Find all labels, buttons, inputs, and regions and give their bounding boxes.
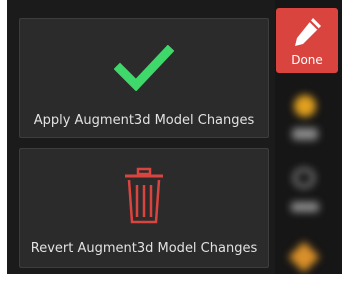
orange-tool-icon[interactable] xyxy=(288,241,320,273)
pencil-icon xyxy=(293,16,323,52)
gray-tool-icon-2[interactable] xyxy=(293,168,315,188)
background-edge-bottom xyxy=(0,274,342,281)
yellow-tool-icon[interactable] xyxy=(294,95,316,117)
revert-changes-button[interactable]: Revert Augment3d Model Changes xyxy=(19,148,269,268)
trash-icon xyxy=(20,167,268,225)
revert-changes-label: Revert Augment3d Model Changes xyxy=(30,241,258,256)
changes-panel: Apply Augment3d Model Changes Revert Aug… xyxy=(7,0,275,274)
gray-tool-icon[interactable] xyxy=(292,128,318,140)
checkmark-icon xyxy=(20,45,268,91)
modal-frame: Apply Augment3d Model Changes Revert Aug… xyxy=(0,0,342,281)
done-label: Done xyxy=(291,53,323,67)
apply-changes-button[interactable]: Apply Augment3d Model Changes xyxy=(19,18,269,138)
background-edge xyxy=(0,0,7,281)
gray-tool-bar-icon xyxy=(291,202,319,212)
apply-changes-label: Apply Augment3d Model Changes xyxy=(33,113,255,128)
done-button[interactable]: Done xyxy=(276,8,338,73)
